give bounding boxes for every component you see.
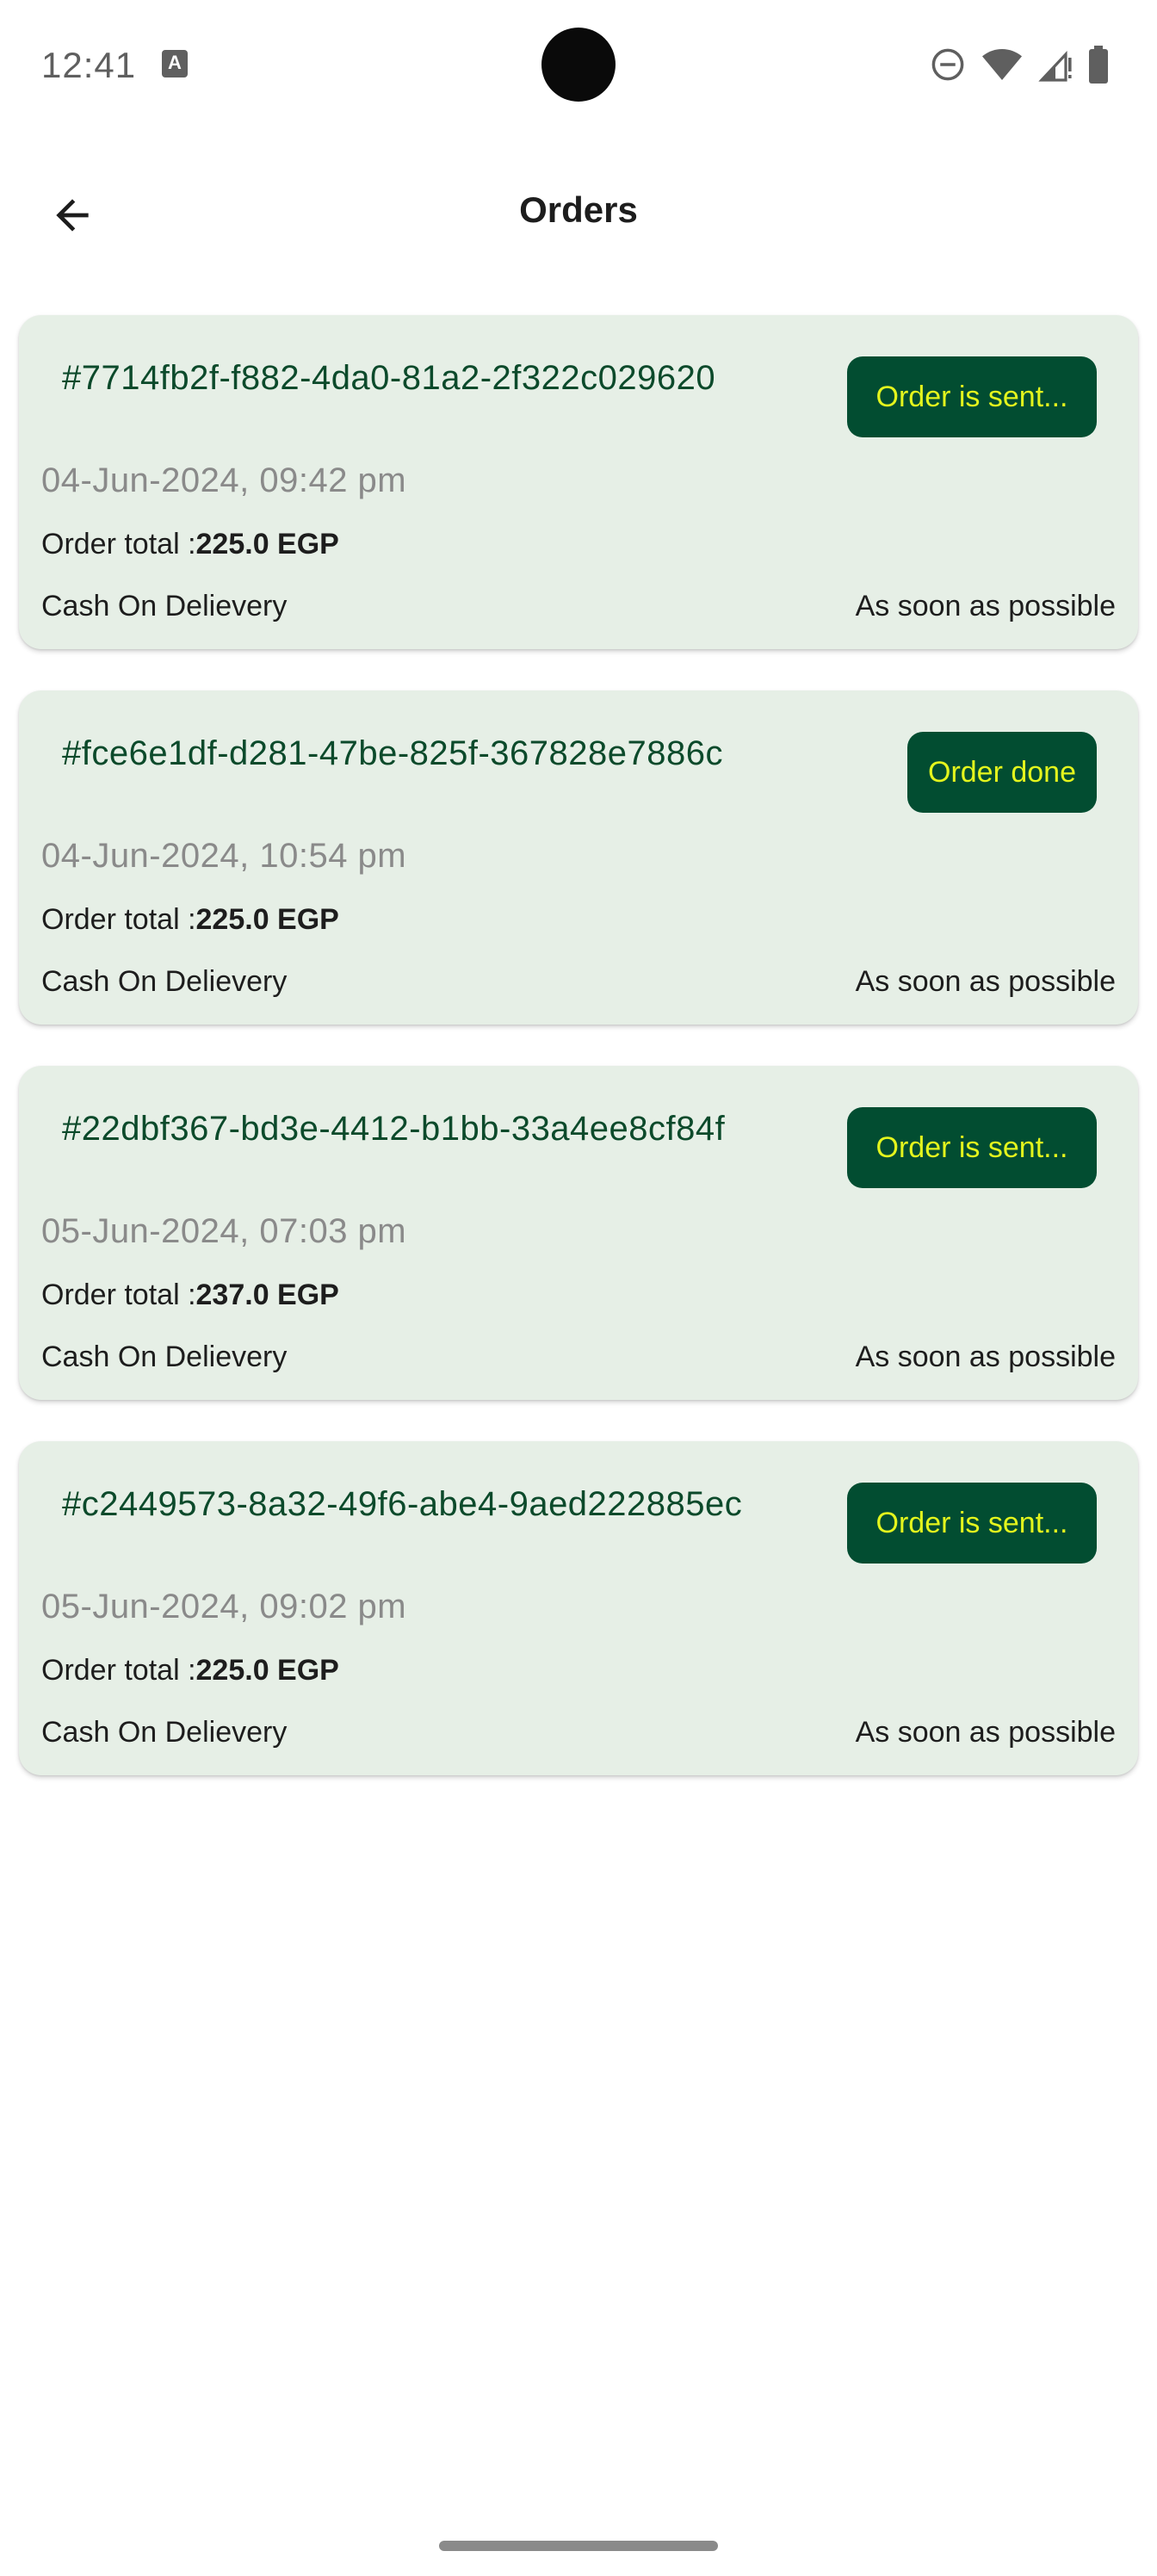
app-bar: Orders: [0, 155, 1157, 269]
order-date: 05-Jun-2024, 07:03 pm: [41, 1212, 407, 1250]
order-total: Order total :225.0 EGP: [41, 901, 339, 938]
payment-method: Cash On Delievery: [41, 1716, 288, 1749]
order-id: #c2449573-8a32-49f6-abe4-9aed222885ec: [62, 1485, 743, 1523]
gesture-navigation-bar[interactable]: [439, 2541, 718, 2551]
battery-icon: [1088, 46, 1109, 84]
camera-cutout: [541, 28, 616, 102]
status-time: 12:41: [41, 45, 137, 85]
order-total: Order total :237.0 EGP: [41, 1276, 339, 1314]
order-total-value: 225.0 EGP: [195, 528, 339, 560]
order-total-label: Order total :: [41, 903, 196, 936]
order-date: 04-Jun-2024, 10:54 pm: [41, 837, 407, 875]
delivery-time: As soon as possible: [855, 1716, 1116, 1749]
status-icons: [930, 45, 1109, 84]
delivery-time: As soon as possible: [855, 1341, 1116, 1373]
payment-method: Cash On Delievery: [41, 965, 288, 998]
order-status-button[interactable]: Order is sent...: [847, 1107, 1097, 1188]
order-id: #7714fb2f-f882-4da0-81a2-2f322c029620: [62, 359, 716, 397]
order-status-button[interactable]: Order done: [907, 732, 1097, 813]
delivery-time: As soon as possible: [855, 590, 1116, 622]
order-status-button[interactable]: Order is sent...: [847, 356, 1097, 437]
order-status-button[interactable]: Order is sent...: [847, 1483, 1097, 1564]
wifi-icon: [981, 46, 1023, 83]
order-total-label: Order total :: [41, 1654, 196, 1687]
order-total-value: 225.0 EGP: [195, 903, 339, 936]
order-total: Order total :225.0 EGP: [41, 1651, 339, 1689]
order-id: #fce6e1df-d281-47be-825f-367828e7886c: [62, 734, 724, 772]
order-card[interactable]: #7714fb2f-f882-4da0-81a2-2f322c029620 Or…: [19, 315, 1138, 649]
orders-screen: 12:41 A Orders #7714fb2f-f882-4da0-81a2-…: [0, 0, 1157, 2576]
order-date: 04-Jun-2024, 09:42 pm: [41, 461, 407, 499]
signal-icon: [1038, 46, 1073, 83]
order-total-value: 237.0 EGP: [195, 1279, 339, 1311]
payment-method: Cash On Delievery: [41, 1341, 288, 1373]
page-title: Orders: [519, 189, 638, 230]
payment-method: Cash On Delievery: [41, 590, 288, 622]
do-not-disturb-icon: [930, 46, 966, 83]
order-card[interactable]: #c2449573-8a32-49f6-abe4-9aed222885ec Or…: [19, 1441, 1138, 1775]
delivery-time: As soon as possible: [855, 965, 1116, 998]
orders-list: #7714fb2f-f882-4da0-81a2-2f322c029620 Or…: [19, 315, 1138, 1817]
status-bar: 12:41 A: [0, 0, 1157, 129]
order-card[interactable]: #22dbf367-bd3e-4412-b1bb-33a4ee8cf84f Or…: [19, 1066, 1138, 1400]
order-total-label: Order total :: [41, 1279, 196, 1311]
app-notification-icon: A: [162, 50, 188, 77]
order-date: 05-Jun-2024, 09:02 pm: [41, 1588, 407, 1625]
order-total-value: 225.0 EGP: [195, 1654, 339, 1687]
order-total: Order total :225.0 EGP: [41, 525, 339, 563]
order-id: #22dbf367-bd3e-4412-b1bb-33a4ee8cf84f: [62, 1110, 726, 1148]
order-total-label: Order total :: [41, 528, 196, 560]
order-card[interactable]: #fce6e1df-d281-47be-825f-367828e7886c Or…: [19, 690, 1138, 1025]
